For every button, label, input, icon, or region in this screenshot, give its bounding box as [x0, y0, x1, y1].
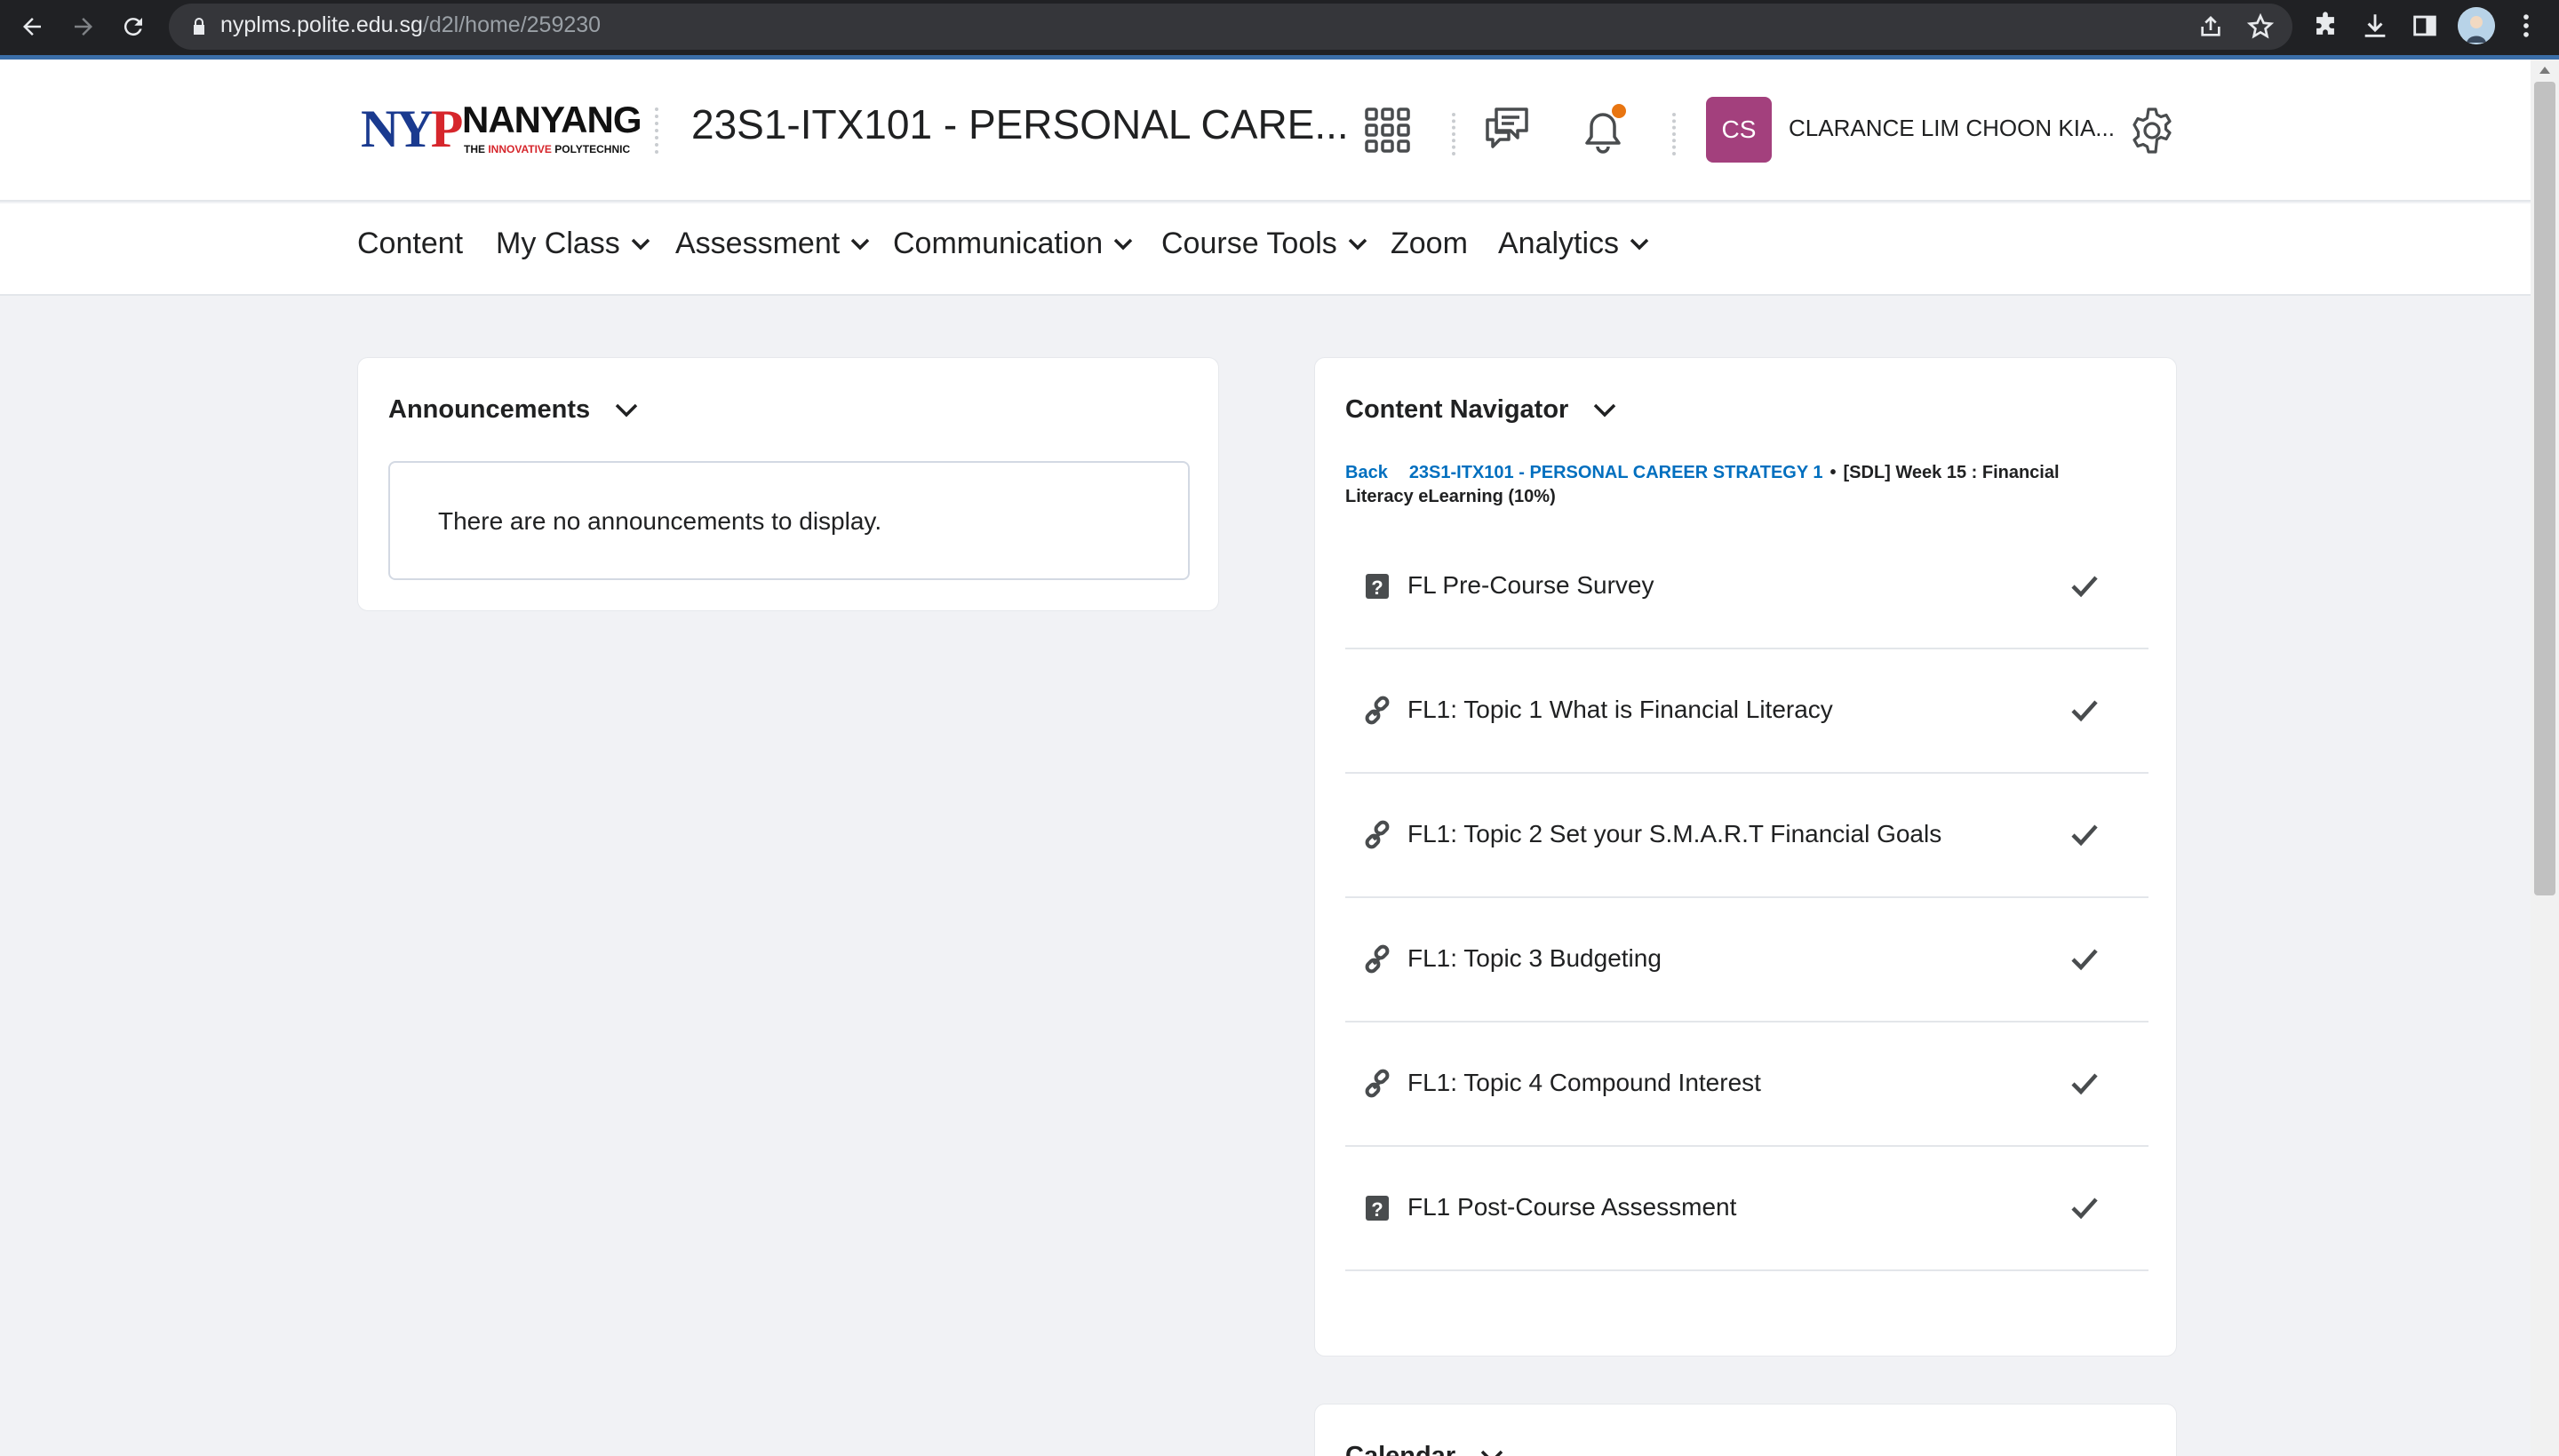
topic-row[interactable]: ? FL1 Post-Course Assessment	[1345, 1147, 2148, 1271]
url-text[interactable]: nyplms.polite.edu.sg/d2l/home/259230	[220, 12, 601, 38]
back-link[interactable]: Back	[1345, 463, 1388, 482]
apps-grid-icon[interactable]	[1363, 106, 1413, 155]
completed-check-icon	[2071, 700, 2098, 722]
nav-analytics[interactable]: Analytics	[1498, 227, 1649, 261]
chevron-down-icon[interactable]	[615, 403, 638, 418]
nav-assessment[interactable]: Assessment	[675, 227, 870, 261]
svg-text:?: ?	[1371, 577, 1383, 599]
link-icon	[1365, 944, 1390, 974]
calendar-widget: Calendar	[1314, 1404, 2177, 1456]
completed-check-icon	[2071, 576, 2098, 598]
calendar-title[interactable]: Calendar	[1345, 1442, 1503, 1456]
nav-content[interactable]: Content	[357, 227, 463, 261]
forward-arrow-icon[interactable]	[64, 7, 103, 46]
announcements-empty-state: There are no announcements to display.	[388, 461, 1190, 580]
nav-my-class[interactable]: My Class	[496, 227, 650, 261]
topic-row[interactable]: FL1: Topic 3 Budgeting	[1345, 898, 2148, 1022]
scrollbar-thumb[interactable]	[2534, 82, 2555, 895]
header-divider	[1672, 113, 1676, 155]
share-icon[interactable]	[2196, 12, 2225, 41]
nav-communication[interactable]: Communication	[893, 227, 1133, 261]
chevron-down-icon	[1630, 238, 1649, 250]
topic-row[interactable]: FL1: Topic 1 What is Financial Literacy	[1345, 649, 2148, 774]
topic-row[interactable]: FL1: Topic 2 Set your S.M.A.R.T Financia…	[1345, 774, 2148, 898]
course-breadcrumb-link[interactable]: 23S1-ITX101 - PERSONAL CAREER STRATEGY 1	[1409, 463, 1823, 482]
content-navigator-widget: Content Navigator Back 23S1-ITX101 - PERS…	[1314, 357, 2177, 1357]
course-title[interactable]: 23S1-ITX101 - PERSONAL CARE...	[691, 100, 1349, 148]
content-navigator-title[interactable]: Content Navigator	[1345, 395, 1616, 425]
puzzle-icon[interactable]	[2310, 11, 2340, 41]
site-header: NYP NANYANG THE INNOVATIVE POLYTECHNIC 2…	[0, 60, 2531, 202]
breadcrumb: Back 23S1-ITX101 - PERSONAL CAREER STRATE…	[1345, 463, 2060, 506]
nav-zoom[interactable]: Zoom	[1391, 227, 1468, 261]
completed-check-icon	[2071, 824, 2098, 847]
message-alerts-icon[interactable]	[1482, 104, 1532, 154]
chevron-down-icon	[1348, 238, 1367, 250]
browser-toolbar: nyplms.polite.edu.sg/d2l/home/259230	[0, 0, 2559, 55]
user-name[interactable]: CLARANCE LIM CHOON KIA...	[1789, 115, 2115, 142]
user-avatar[interactable]: CS	[1706, 97, 1772, 163]
quiz-icon: ?	[1366, 1196, 1389, 1221]
nyp-logo[interactable]: NYP NANYANG THE INNOVATIVE POLYTECHNIC	[361, 99, 642, 161]
chevron-down-icon	[1113, 238, 1133, 250]
notification-badge	[1612, 104, 1626, 118]
scroll-up-arrow-icon[interactable]	[2538, 64, 2552, 76]
link-icon	[1365, 1069, 1390, 1098]
download-icon[interactable]	[2360, 11, 2390, 41]
header-divider	[1452, 113, 1455, 155]
back-arrow-icon[interactable]	[12, 7, 52, 46]
side-panel-icon[interactable]	[2410, 11, 2440, 41]
gear-icon[interactable]	[2127, 106, 2177, 155]
header-divider	[655, 107, 658, 154]
link-icon	[1365, 696, 1390, 725]
lock-icon[interactable]	[188, 16, 210, 37]
reload-icon[interactable]	[114, 7, 153, 46]
announcements-widget: Announcements There are no announcements…	[357, 357, 1219, 611]
topic-row[interactable]: ? FL Pre-Course Survey	[1345, 525, 2148, 649]
address-bar[interactable]: nyplms.polite.edu.sg/d2l/home/259230	[169, 4, 2292, 50]
topic-row[interactable]: FL1: Topic 4 Compound Interest	[1345, 1022, 2148, 1147]
course-navbar: Content My Class Assessment Communicatio…	[0, 203, 2531, 296]
chevron-down-icon	[631, 238, 650, 250]
announcements-title[interactable]: Announcements	[388, 395, 638, 425]
chevron-down-icon	[850, 238, 870, 250]
completed-check-icon	[2071, 949, 2098, 971]
link-icon	[1365, 820, 1390, 849]
quiz-icon: ?	[1366, 574, 1389, 599]
profile-icon[interactable]	[2458, 7, 2495, 44]
chevron-down-icon[interactable]	[1593, 403, 1616, 418]
chevron-down-icon[interactable]	[1480, 1450, 1503, 1456]
nav-course-tools[interactable]: Course Tools	[1161, 227, 1367, 261]
star-icon[interactable]	[2246, 12, 2275, 41]
completed-check-icon	[2071, 1073, 2098, 1095]
kebab-menu-icon[interactable]	[2511, 11, 2541, 41]
svg-text:?: ?	[1371, 1198, 1383, 1221]
completed-check-icon	[2071, 1197, 2098, 1220]
